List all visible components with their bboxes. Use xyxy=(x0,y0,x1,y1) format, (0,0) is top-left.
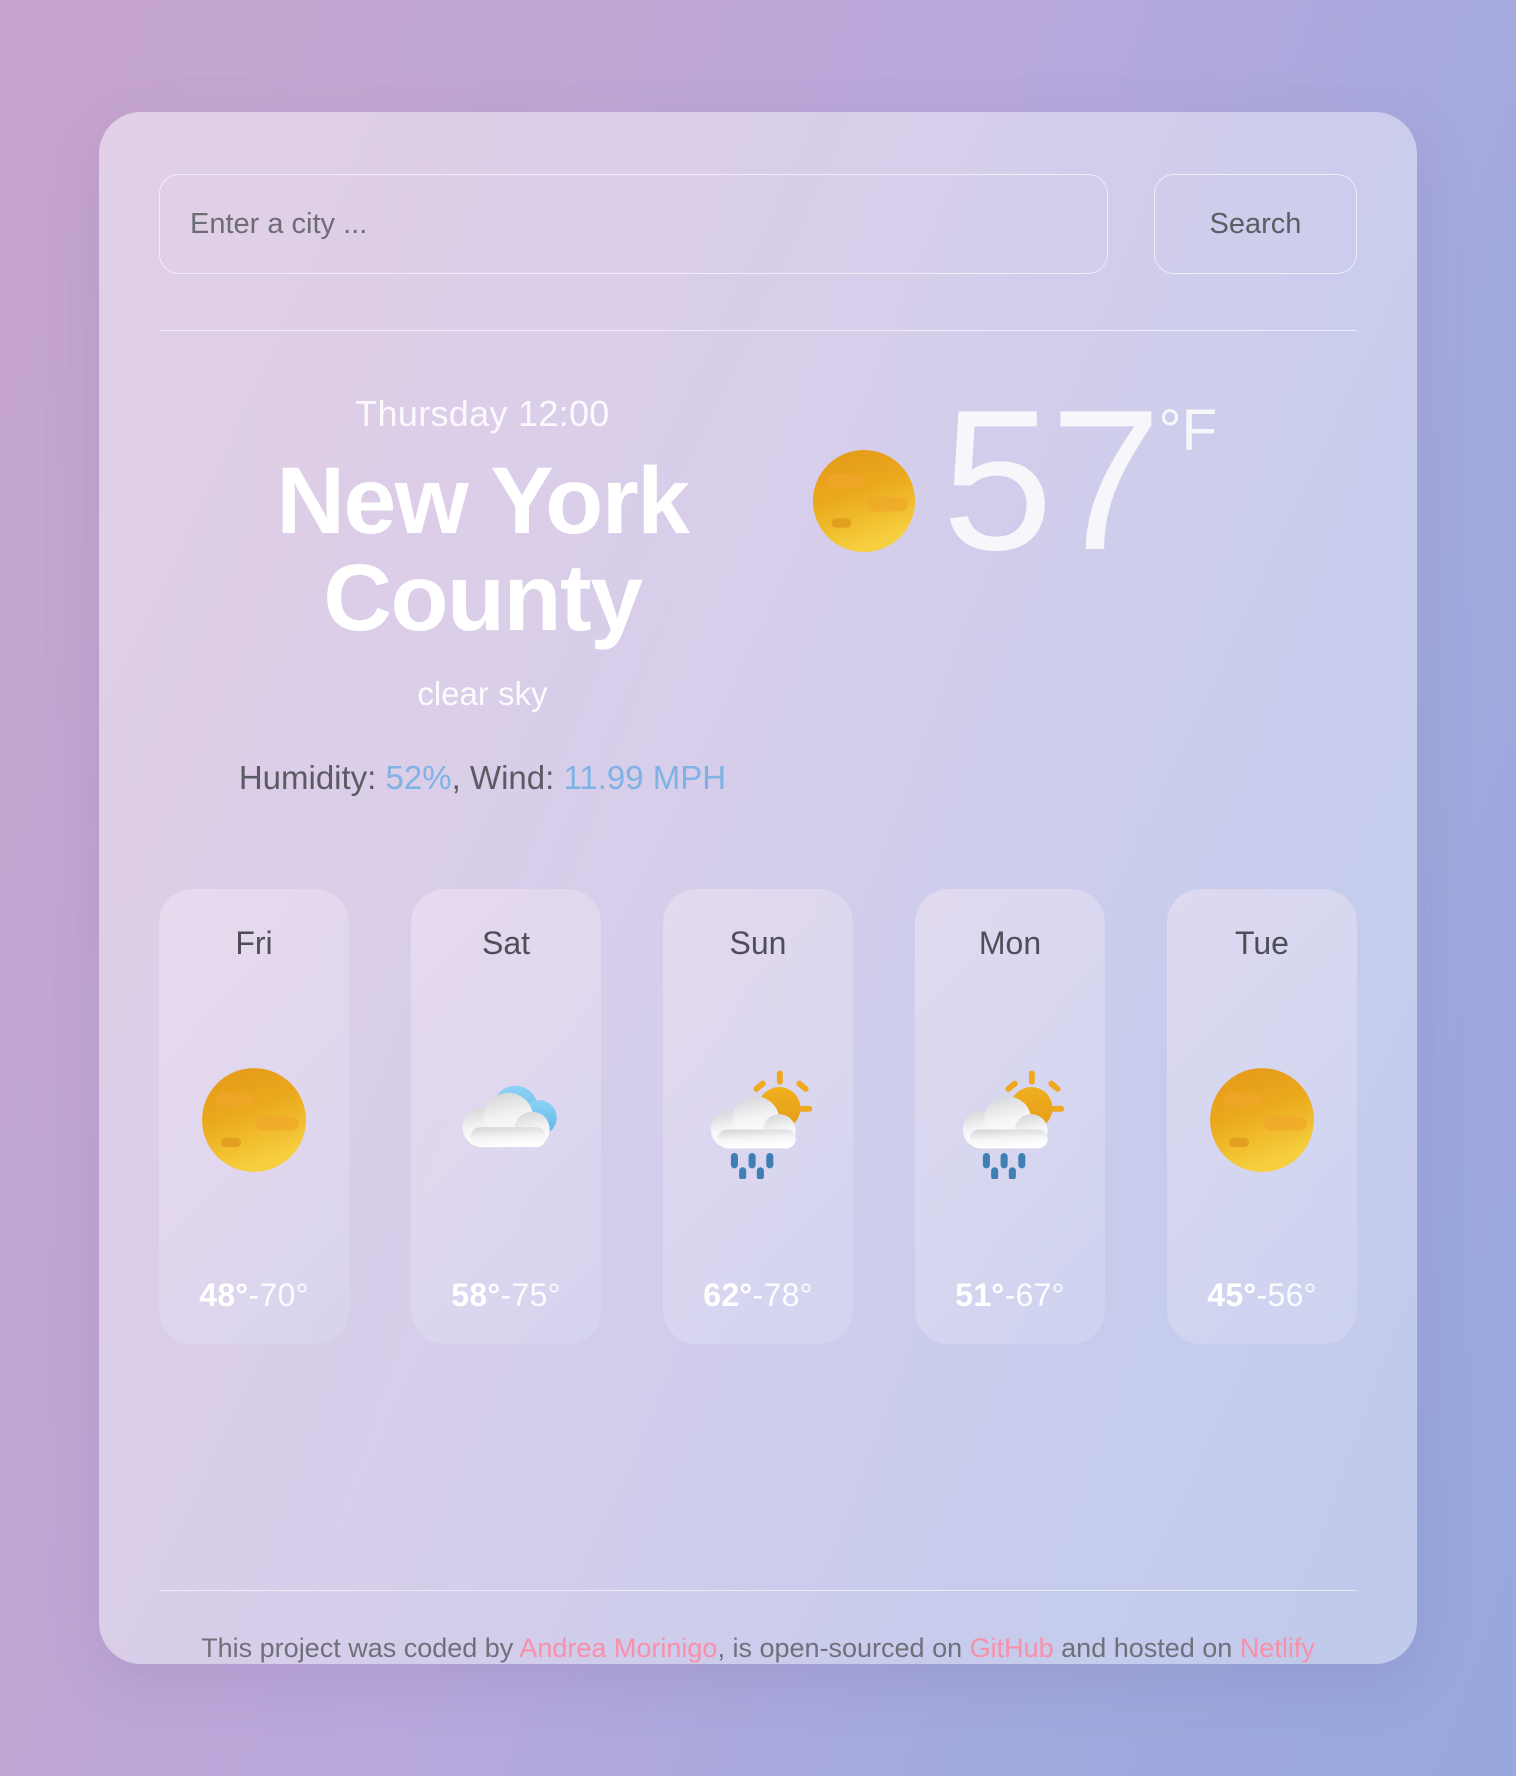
sun-icon xyxy=(1210,1067,1314,1172)
forecast-temp-min: 48° xyxy=(199,1277,249,1313)
forecast-temp-min: 58° xyxy=(451,1277,501,1313)
forecast-icon-wrap xyxy=(951,962,1069,1277)
sun-icon xyxy=(202,1067,306,1172)
wind-value: 11.99 MPH xyxy=(563,758,727,796)
forecast-temps: 58°-75° xyxy=(451,1277,561,1314)
forecast-temp-min: 51° xyxy=(955,1277,1005,1313)
forecast-card-tue[interactable]: Tue 45°-56° xyxy=(1167,889,1357,1344)
author-link[interactable]: Andrea Morinigo xyxy=(519,1633,717,1663)
forecast-temps: 45°-56° xyxy=(1207,1277,1317,1314)
metrics-separator: , xyxy=(451,758,470,796)
footer-text-part1: This project was coded by xyxy=(201,1633,520,1663)
temperature-display: 57 °F xyxy=(941,369,1217,592)
forecast-list: Fri 48°-70° Sat 58°-75° Sun 62°-78° Mon … xyxy=(159,889,1357,1344)
sun-rain-icon xyxy=(962,1069,1065,1179)
sun-rain-icon xyxy=(710,1069,813,1179)
temperature-unit: °F xyxy=(1158,398,1217,463)
forecast-temps: 48°-70° xyxy=(199,1277,309,1314)
forecast-temps: 51°-67° xyxy=(955,1277,1065,1314)
forecast-day-label: Sun xyxy=(729,925,787,961)
forecast-temp-max: 56° xyxy=(1267,1277,1317,1313)
current-weather-details: Thursday 12:00 New York County clear sky… xyxy=(159,383,806,853)
forecast-temp-min: 45° xyxy=(1207,1277,1257,1313)
wind-label: Wind: xyxy=(469,758,564,796)
forecast-day-label: Fri xyxy=(235,925,273,961)
forecast-day-label: Tue xyxy=(1235,925,1289,961)
search-input[interactable] xyxy=(159,174,1108,274)
humidity-value: 52% xyxy=(385,758,452,796)
header-divider xyxy=(159,330,1357,331)
forecast-temp-separator: - xyxy=(1256,1277,1268,1313)
forecast-icon-wrap xyxy=(699,962,817,1277)
forecast-card-sat[interactable]: Sat 58°-75° xyxy=(411,889,601,1344)
forecast-icon-wrap xyxy=(1203,962,1321,1277)
forecast-temp-max: 67° xyxy=(1015,1277,1065,1313)
forecast-temp-separator: - xyxy=(500,1277,512,1313)
forecast-temp-max: 70° xyxy=(259,1277,309,1313)
forecast-temp-separator: - xyxy=(752,1277,764,1313)
current-temperature-block: 57 °F xyxy=(806,369,1357,853)
forecast-temp-separator: - xyxy=(248,1277,260,1313)
page-title: New York County xyxy=(276,448,690,651)
cloud-icon xyxy=(462,1085,557,1147)
footer-text-part2: , is open-sourced on xyxy=(717,1633,970,1663)
weather-description: clear sky xyxy=(417,674,548,712)
forecast-card-sun[interactable]: Sun 62°-78° xyxy=(663,889,853,1344)
forecast-card-fri[interactable]: Fri 48°-70° xyxy=(159,889,349,1344)
footer-text-part3: and hosted on xyxy=(1053,1633,1240,1663)
current-weather: Thursday 12:00 New York County clear sky… xyxy=(159,369,1357,853)
forecast-temp-min: 62° xyxy=(703,1277,753,1313)
forecast-temp-max: 75° xyxy=(511,1277,561,1313)
footer-credits: This project was coded by Andrea Morinig… xyxy=(159,1591,1357,1664)
forecast-icon-wrap xyxy=(447,962,565,1277)
sun-icon xyxy=(812,449,915,553)
netlify-link[interactable]: Netlify xyxy=(1240,1633,1315,1663)
forecast-temps: 62°-78° xyxy=(703,1277,813,1314)
weather-metrics: Humidity: 52%, Wind: 11.99 MPH xyxy=(159,759,806,797)
current-datetime: Thursday 12:00 xyxy=(355,393,610,434)
github-link[interactable]: GitHub xyxy=(970,1633,1054,1663)
temperature-value: 57 xyxy=(941,369,1161,592)
footer-spacer xyxy=(159,1344,1357,1546)
forecast-card-mon[interactable]: Mon 51°-67° xyxy=(915,889,1105,1344)
forecast-day-label: Mon xyxy=(978,925,1042,961)
forecast-temp-max: 78° xyxy=(763,1277,813,1313)
search-button[interactable]: Search xyxy=(1154,174,1357,274)
forecast-day-label: Sat xyxy=(481,925,531,961)
humidity-label: Humidity: xyxy=(238,758,386,796)
forecast-temp-separator: - xyxy=(1004,1277,1016,1313)
search-row: Search xyxy=(159,174,1357,274)
weather-app-card: Search Thursday 12:00 New York County cl… xyxy=(99,112,1417,1664)
forecast-icon-wrap xyxy=(195,962,313,1277)
